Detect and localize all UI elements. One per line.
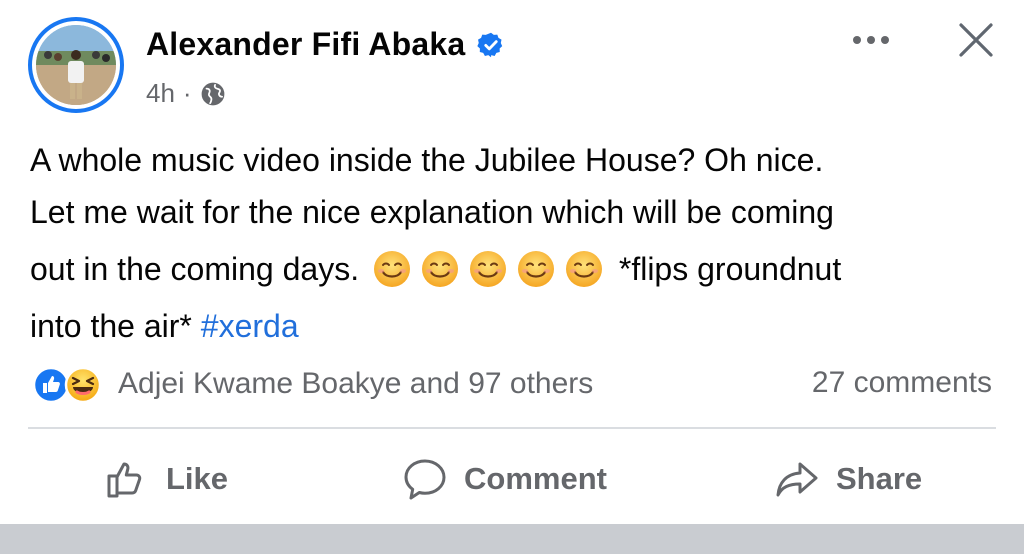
comment-label: Comment	[464, 461, 607, 496]
globe-icon[interactable]	[200, 81, 226, 107]
more-options-icon[interactable]	[848, 26, 894, 54]
reaction-icons	[32, 364, 108, 404]
close-icon[interactable]	[956, 20, 996, 60]
comment-button[interactable]: Comment	[402, 448, 607, 510]
post-text-line-3-start: out in the coming days.	[30, 251, 360, 287]
smiling-emoji-row	[372, 249, 604, 289]
post-meta: 4h ·	[146, 78, 226, 109]
post-time[interactable]: 4h	[146, 78, 175, 109]
smiling-face-emoji-icon	[565, 250, 602, 287]
post-text-line-4-start: into the air*	[30, 308, 192, 344]
avatar-photo	[36, 25, 116, 105]
like-button[interactable]: Like	[104, 448, 228, 510]
avatar[interactable]	[28, 17, 124, 113]
post-text-line-2: Let me wait for the nice explanation whi…	[30, 194, 834, 230]
post-text-line-3-end: *flips groundnut	[618, 251, 842, 287]
thumbs-up-icon	[107, 462, 142, 498]
author-row: Alexander Fifi Abaka	[146, 26, 505, 63]
share-button[interactable]: Share	[774, 448, 922, 510]
haha-reaction-icon	[64, 366, 102, 404]
smiling-face-emoji-icon	[421, 250, 458, 287]
post-text: A whole music video inside the Jubilee H…	[30, 134, 990, 352]
action-bar: Like Comment Share	[0, 448, 1024, 510]
like-label: Like	[166, 461, 229, 496]
feed-separator	[0, 524, 1024, 554]
comments-count[interactable]: 27 comments	[812, 366, 992, 400]
comment-bubble-icon	[404, 459, 446, 500]
smiling-face-emoji-icon	[517, 250, 554, 287]
post-text-line-4: into the air* #xerda	[30, 300, 990, 352]
verified-badge-icon	[477, 32, 503, 57]
share-label: Share	[836, 461, 923, 496]
facebook-post: Alexander Fifi Abaka 4h · A whole music …	[0, 0, 1024, 554]
divider	[28, 427, 996, 429]
hashtag-link[interactable]: #xerda	[201, 308, 299, 344]
reactors-text[interactable]: Adjei Kwame Boakye and 97 others	[118, 367, 593, 401]
reactions-summary[interactable]: Adjei Kwame Boakye and 97 others	[32, 362, 593, 406]
post-text-line-3: out in the coming days. *flips groundnut	[30, 238, 990, 300]
share-arrow-icon	[776, 462, 818, 497]
author-name[interactable]: Alexander Fifi Abaka	[146, 26, 465, 63]
meta-separator: ·	[182, 78, 192, 108]
smiling-face-emoji-icon	[373, 250, 410, 287]
post-text-line-1: A whole music video inside the Jubilee H…	[30, 142, 824, 178]
smiling-face-emoji-icon	[469, 250, 506, 287]
